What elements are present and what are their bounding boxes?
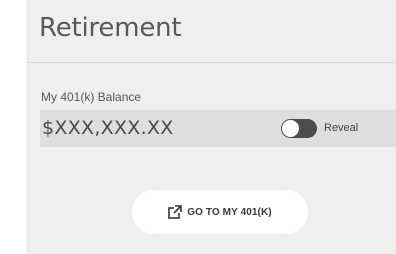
retirement-card: Retirement My 401(k) Balance $XXX,XXX.XX… [27,0,396,254]
go-to-401k-label: GO TO MY 401(K) [187,206,272,218]
reveal-label: Reveal [324,122,359,134]
title-divider [28,62,396,63]
balance-label: My 401(k) Balance [41,90,142,104]
external-link-icon [168,205,183,219]
balance-value: $XXX,XXX.XX [42,117,174,139]
card-title: Retirement [39,13,182,43]
balance-row: $XXX,XXX.XX Reveal [40,110,396,147]
go-to-401k-button[interactable]: GO TO MY 401(K) [132,190,308,234]
toggle-knob [282,120,299,137]
reveal-toggle[interactable] [281,119,317,138]
